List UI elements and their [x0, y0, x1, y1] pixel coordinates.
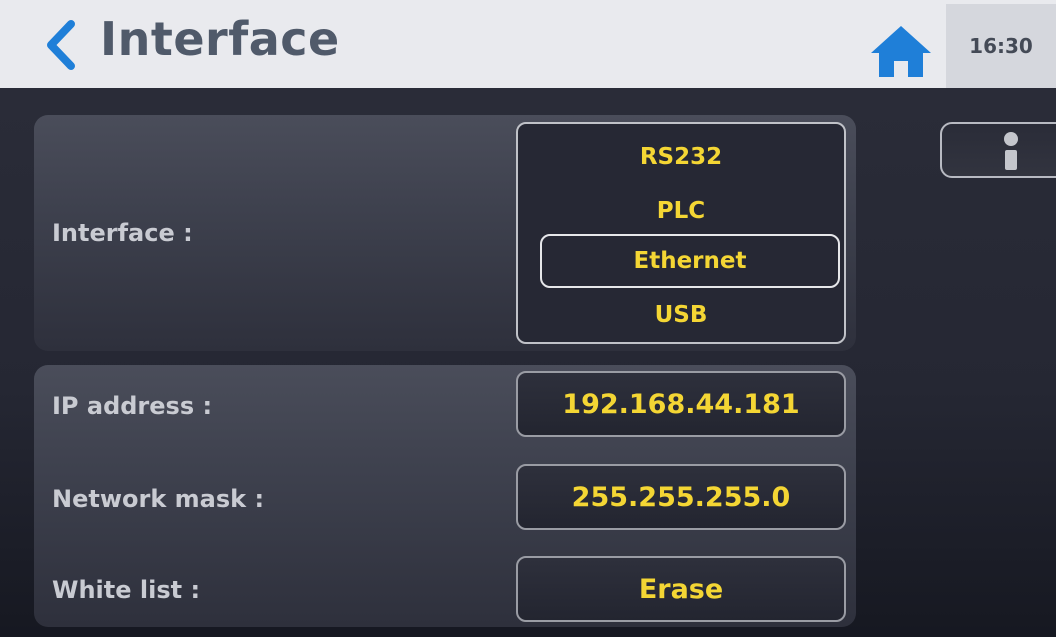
info-button[interactable] [940, 122, 1056, 178]
option-ethernet[interactable]: Ethernet [540, 234, 840, 288]
option-plc[interactable]: PLC [518, 186, 844, 236]
ip-address-label: IP address : [52, 392, 213, 420]
chevron-left-icon [47, 20, 75, 70]
page-title: Interface [100, 12, 340, 66]
main-content: Interface : RS232 PLC Ethernet USB IP ad… [0, 88, 1056, 637]
option-usb[interactable]: USB [518, 290, 844, 340]
network-mask-label: Network mask : [52, 485, 265, 513]
top-bar: Interface 16:30 [0, 0, 1056, 88]
back-button[interactable] [30, 14, 90, 76]
white-list-label: White list : [52, 576, 201, 604]
clock: 16:30 [946, 4, 1056, 88]
home-icon [871, 26, 931, 77]
network-mask-field[interactable]: 255.255.255.0 [516, 464, 846, 530]
interface-selector[interactable]: RS232 PLC Ethernet USB [516, 122, 846, 344]
interface-label: Interface : [52, 219, 193, 247]
ip-address-field[interactable]: 192.168.44.181 [516, 371, 846, 437]
erase-white-list-button[interactable]: Erase [516, 556, 846, 622]
home-button[interactable] [866, 22, 936, 80]
option-rs232[interactable]: RS232 [518, 132, 844, 182]
